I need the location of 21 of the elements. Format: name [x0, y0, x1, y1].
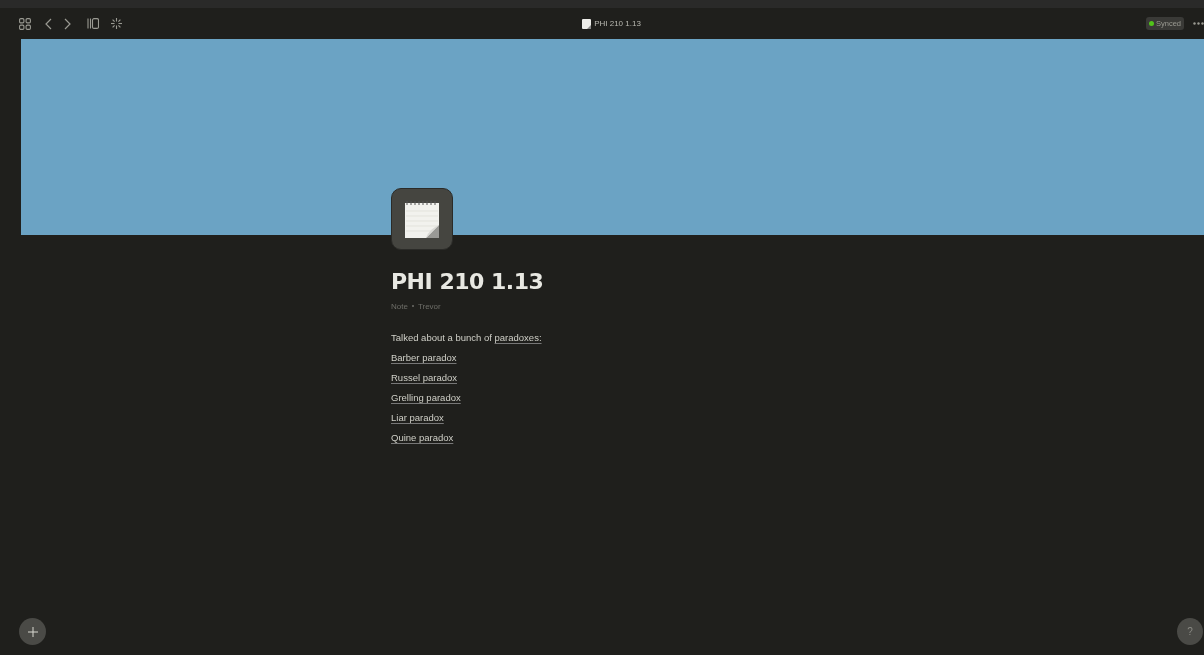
- back-icon[interactable]: [45, 17, 52, 30]
- page-link[interactable]: Liar paradox: [391, 412, 444, 423]
- notepad-icon: [391, 188, 453, 250]
- page-author: Trevor: [417, 301, 441, 311]
- page-link[interactable]: Russel paradox: [391, 372, 457, 383]
- page-type: Note: [391, 301, 408, 311]
- body-sentence: Talked about a bunch of paradoxes:: [391, 331, 543, 345]
- page-link[interactable]: Quine paradox: [391, 432, 454, 443]
- note-icon: [582, 18, 592, 29]
- page-title: PHI 210 1.13: [391, 268, 545, 296]
- add-button[interactable]: [19, 618, 46, 645]
- sidebar-icon[interactable]: [87, 18, 99, 29]
- sparkle-icon[interactable]: [111, 18, 122, 29]
- page-link[interactable]: Barber paradox: [391, 352, 457, 363]
- more-icon[interactable]: [1193, 22, 1204, 25]
- grid-icon[interactable]: [19, 17, 31, 30]
- plus-icon: [27, 626, 38, 637]
- window-title: PHI 210 1.13: [594, 19, 641, 28]
- forward-icon[interactable]: [64, 17, 71, 30]
- page-link[interactable]: paradoxes:: [494, 332, 542, 343]
- page-link[interactable]: Grelling paradox: [391, 392, 461, 403]
